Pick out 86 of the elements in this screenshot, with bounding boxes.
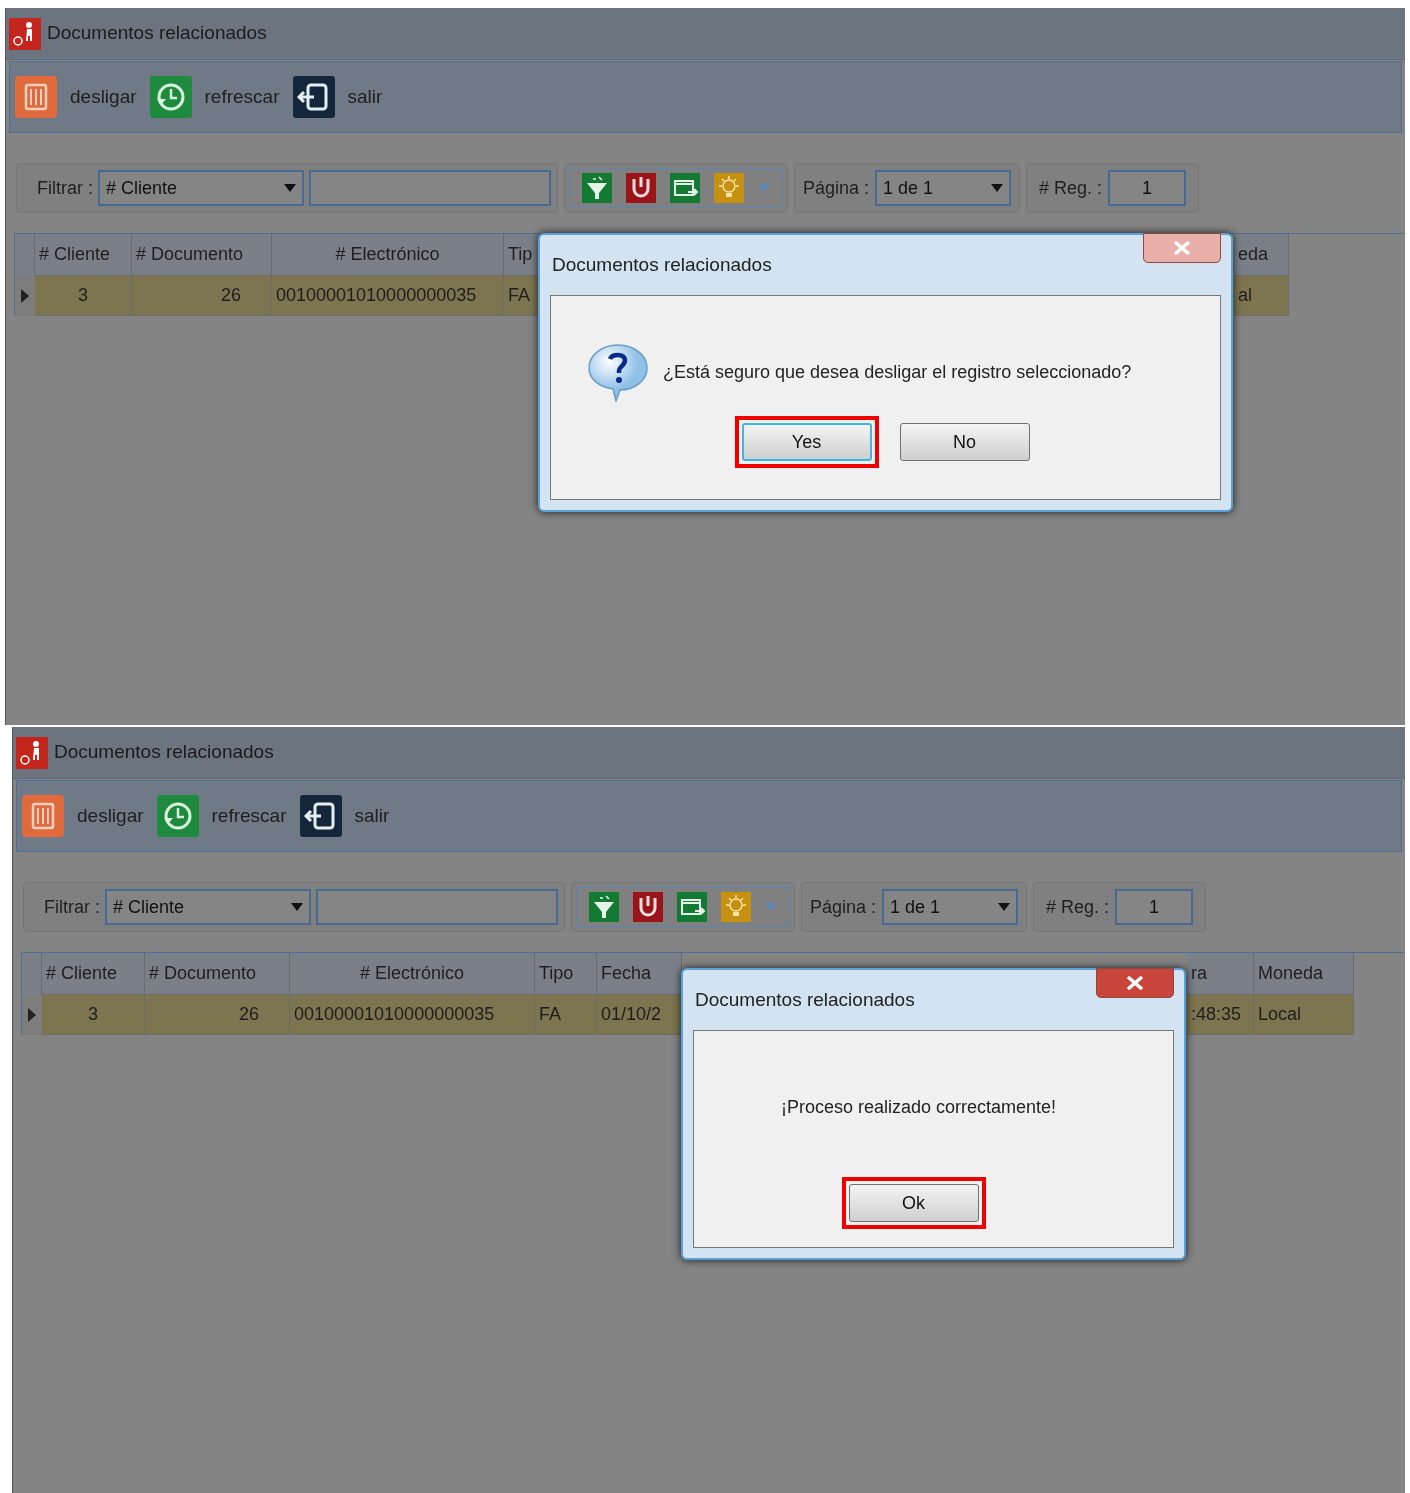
lightbulb-icon [721,892,751,922]
column-header[interactable]: # Documento [132,234,272,276]
triangle-icon [21,289,29,303]
table-cell: 00100001010000000035 [272,276,504,316]
column-header[interactable]: # Documento [145,953,290,995]
table-cell: 3 [42,995,145,1035]
toolbar-link[interactable]: desligar [77,801,144,831]
exit-icon [291,75,336,119]
toolbar-link[interactable]: desligar [70,82,137,112]
dialog-button[interactable]: Ok [848,1184,979,1222]
window-title: Documentos relacionados [47,21,267,46]
trash-icon [21,794,65,838]
question-bubble-icon [587,342,649,402]
close-button[interactable] [1143,233,1221,263]
table-cell: al [1234,276,1289,316]
close-button[interactable] [1096,968,1174,998]
table-cell: FA [535,995,597,1035]
dropdown-caret-icon [991,184,1004,192]
dropdown-caret-icon [758,184,770,192]
close-icon [1173,241,1191,255]
table-cell: 26 [145,995,290,1035]
table-cell: 26 [132,276,272,316]
export-icon [677,892,707,922]
table-cell: :48:35 [1187,995,1254,1035]
toolbar-link[interactable]: salir [347,82,383,112]
toolbar-link[interactable]: refrescar [204,82,280,112]
column-header[interactable]: Fecha [597,953,682,995]
toolbar-link[interactable]: refrescar [211,801,287,831]
row-indicator[interactable] [22,995,42,1035]
table-cell: 00100001010000000035 [290,995,535,1035]
dialog-message: ¡Proceso realizado correctamente! [780,1095,1057,1119]
filter-input[interactable] [309,170,551,206]
toolbar-link[interactable]: salir [354,801,390,831]
dialog-button[interactable]: Yes [741,423,872,461]
page-dropdown[interactable]: 1 de 1 [882,889,1019,925]
dropdown-caret-icon [291,903,303,911]
filter-icon [589,892,619,922]
column-header[interactable]: # Cliente [35,234,132,276]
dropdown-caret-icon [765,903,777,911]
dropdown-caret-icon [998,903,1011,911]
column-header[interactable]: # Electrónico [290,953,535,995]
table-cell: 01/10/2 [597,995,682,1035]
magnet-icon [626,173,656,203]
records-label: # Reg. : [1046,895,1110,919]
window-title: Documentos relacionados [54,740,274,765]
filter-input[interactable] [316,889,558,925]
column-header[interactable]: eda [1234,234,1289,276]
page-dropdown[interactable]: 1 de 1 [875,170,1012,206]
page-label: Página : [810,895,877,919]
filter-label: Filtrar : [37,176,93,200]
dialog-message: ¿Está seguro que desea desligar el registro seleccionado? [663,360,1132,384]
dropdown-caret-icon [284,184,296,192]
trash-icon [14,75,58,119]
clock-refresh-icon [155,794,200,838]
table-cell: Local [1254,995,1354,1035]
filter-dropdown[interactable]: # Cliente [98,170,304,206]
corner-header [22,953,42,995]
clock-refresh-icon [148,75,193,119]
dialog-title: Documentos relacionados [552,252,772,277]
records-field[interactable]: 1 [1108,170,1187,206]
column-header[interactable]: ra [1187,953,1254,995]
lightbulb-icon [714,173,744,203]
dialog-button[interactable]: No [899,423,1030,461]
column-header[interactable]: # Cliente [42,953,145,995]
records-label: # Reg. : [1039,176,1103,200]
table-cell: 3 [35,276,132,316]
records-field[interactable]: 1 [1115,889,1194,925]
exit-figure-icon [16,736,48,769]
export-icon [670,173,700,203]
table-cell: FA [504,276,540,316]
filter-dropdown[interactable]: # Cliente [105,889,311,925]
corner-header [15,234,35,276]
page-label: Página : [803,176,870,200]
column-header[interactable]: Moneda [1254,953,1354,995]
column-header[interactable]: Tip [504,234,540,276]
row-indicator[interactable] [15,276,35,316]
filter-icon [582,173,612,203]
dialog-title: Documentos relacionados [695,987,915,1012]
exit-figure-icon [9,17,41,50]
triangle-icon [28,1008,36,1022]
magnet-icon [633,892,663,922]
column-header[interactable]: Tipo [535,953,597,995]
exit-icon [298,794,343,838]
column-header[interactable]: # Electrónico [272,234,504,276]
filter-label: Filtrar : [44,895,100,919]
close-icon [1126,976,1144,990]
